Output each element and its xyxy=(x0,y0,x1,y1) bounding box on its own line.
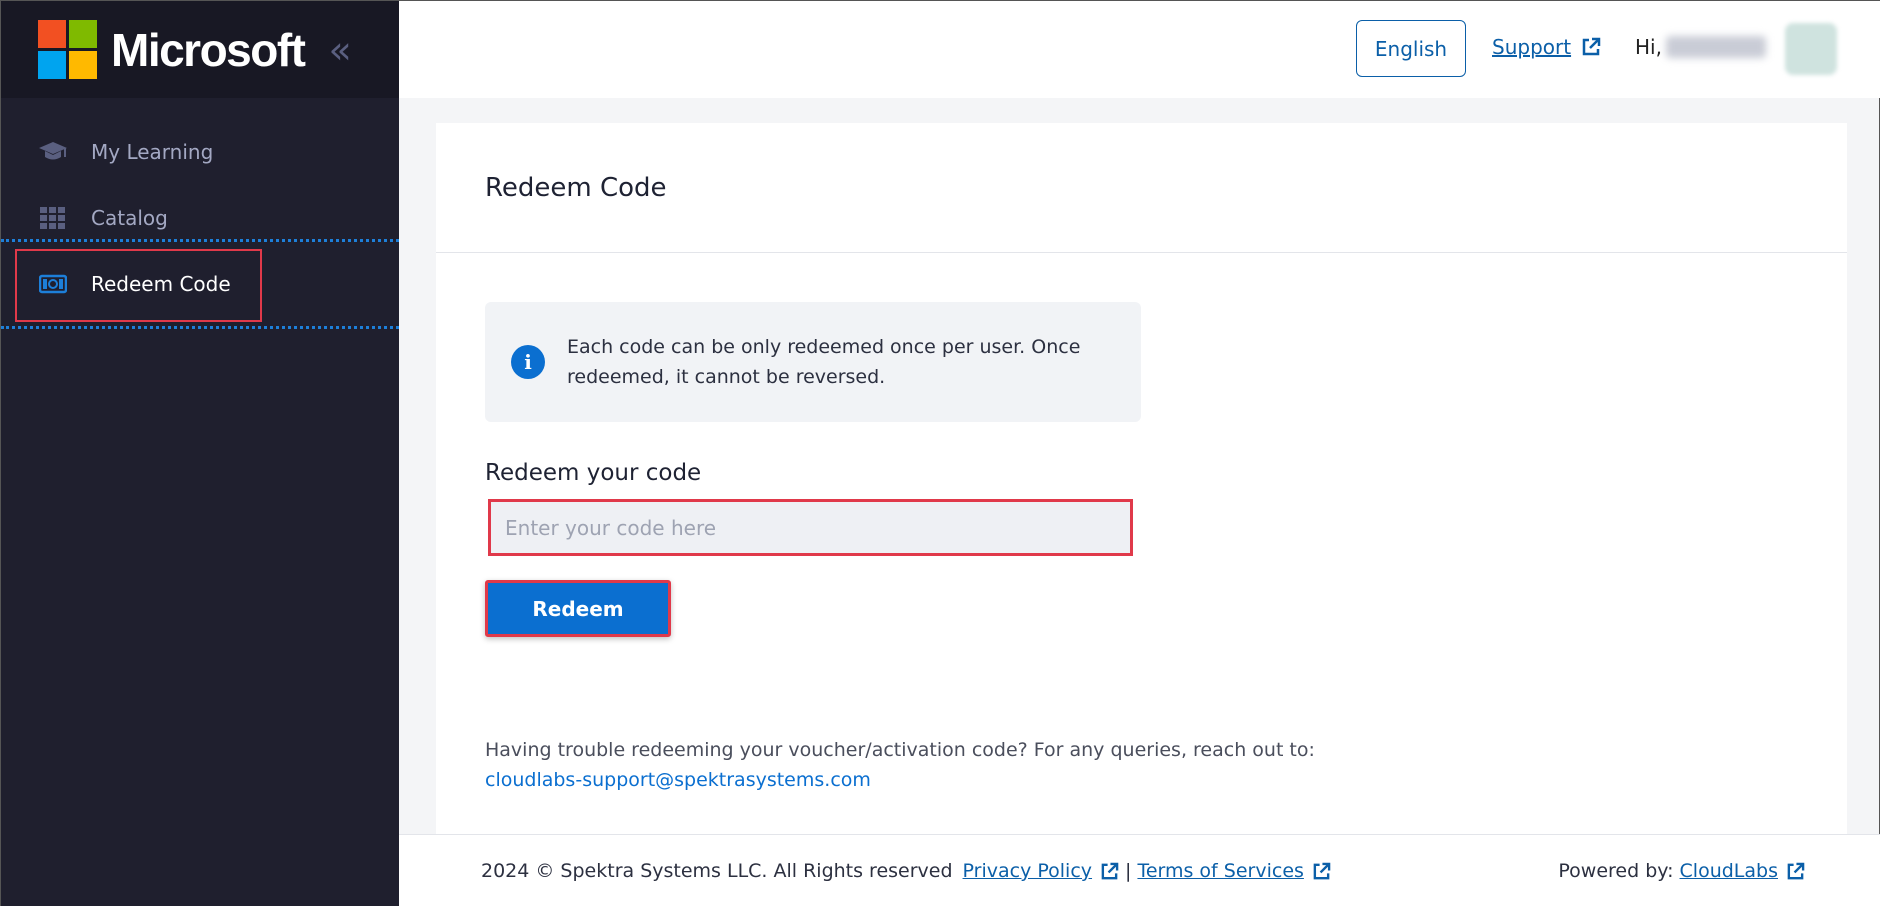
user-greeting: Hi, xyxy=(1635,35,1766,59)
sidebar-item-my-learning[interactable]: My Learning xyxy=(1,119,399,185)
external-link-icon xyxy=(1313,862,1331,879)
focus-divider-bottom xyxy=(1,326,399,329)
terms-of-services-link[interactable]: Terms of Services xyxy=(1137,860,1331,882)
logo-square-blue xyxy=(38,51,66,79)
card-header: Redeem Code xyxy=(436,123,1847,253)
sidebar-item-label: My Learning xyxy=(91,140,214,164)
logo-square-red xyxy=(38,20,66,48)
privacy-policy-label: Privacy Policy xyxy=(962,860,1093,882)
powered-by-text: Powered by: xyxy=(1558,860,1674,882)
support-email-link[interactable]: cloudlabs-support@spektrasystems.com xyxy=(485,769,871,791)
help-text: Having trouble redeeming your voucher/ac… xyxy=(485,739,1315,761)
greeting-text: Hi, xyxy=(1635,35,1662,59)
microsoft-logo xyxy=(38,20,97,79)
top-bar: English Support Hi, xyxy=(399,1,1880,98)
info-icon: i xyxy=(511,345,545,379)
sidebar: Microsoft « My Learning Catalog Redeem C… xyxy=(1,1,399,906)
brand-header: Microsoft « xyxy=(1,1,399,98)
logo-square-green xyxy=(69,20,97,48)
support-link[interactable]: Support xyxy=(1492,35,1601,59)
external-link-icon xyxy=(1101,862,1119,879)
redeem-card: Redeem Code i Each code can be only rede… xyxy=(436,123,1847,835)
privacy-policy-link[interactable]: Privacy Policy xyxy=(963,860,1119,882)
footer-right: Powered by: CloudLabs xyxy=(1558,860,1805,882)
external-link-icon xyxy=(1582,37,1601,56)
logo-square-yellow xyxy=(69,51,97,79)
footer-separator: | xyxy=(1125,860,1132,882)
graduation-cap-icon xyxy=(38,137,68,167)
brand-name: Microsoft xyxy=(111,23,306,76)
footer: 2024 © Spektra Systems LLC. All Rights r… xyxy=(399,834,1880,906)
focus-divider-top xyxy=(1,239,399,242)
help-section: Having trouble redeeming your voucher/ac… xyxy=(485,735,1315,795)
code-input[interactable] xyxy=(488,499,1133,556)
external-link-icon xyxy=(1787,862,1805,879)
sidebar-item-label: Catalog xyxy=(91,206,168,230)
grid-icon xyxy=(38,203,68,233)
footer-left: 2024 © Spektra Systems LLC. All Rights r… xyxy=(481,860,1331,882)
code-field-label: Redeem your code xyxy=(485,460,702,486)
info-text: Each code can be only redeemed once per … xyxy=(567,336,1081,388)
double-chevron-left-icon[interactable]: « xyxy=(329,31,352,69)
page-title: Redeem Code xyxy=(485,172,667,203)
terms-label: Terms of Services xyxy=(1137,860,1304,882)
user-name-redacted xyxy=(1665,36,1766,58)
language-button[interactable]: English xyxy=(1356,20,1466,77)
cloudlabs-link[interactable]: CloudLabs xyxy=(1680,860,1805,882)
cloudlabs-label: CloudLabs xyxy=(1679,860,1778,882)
redeem-button[interactable]: Redeem xyxy=(485,580,671,637)
info-notice: i Each code can be only redeemed once pe… xyxy=(485,302,1141,422)
avatar[interactable] xyxy=(1785,23,1837,75)
active-item-highlight xyxy=(15,249,262,322)
support-label: Support xyxy=(1492,35,1572,59)
copyright-text: 2024 © Spektra Systems LLC. All Rights r… xyxy=(481,860,953,882)
